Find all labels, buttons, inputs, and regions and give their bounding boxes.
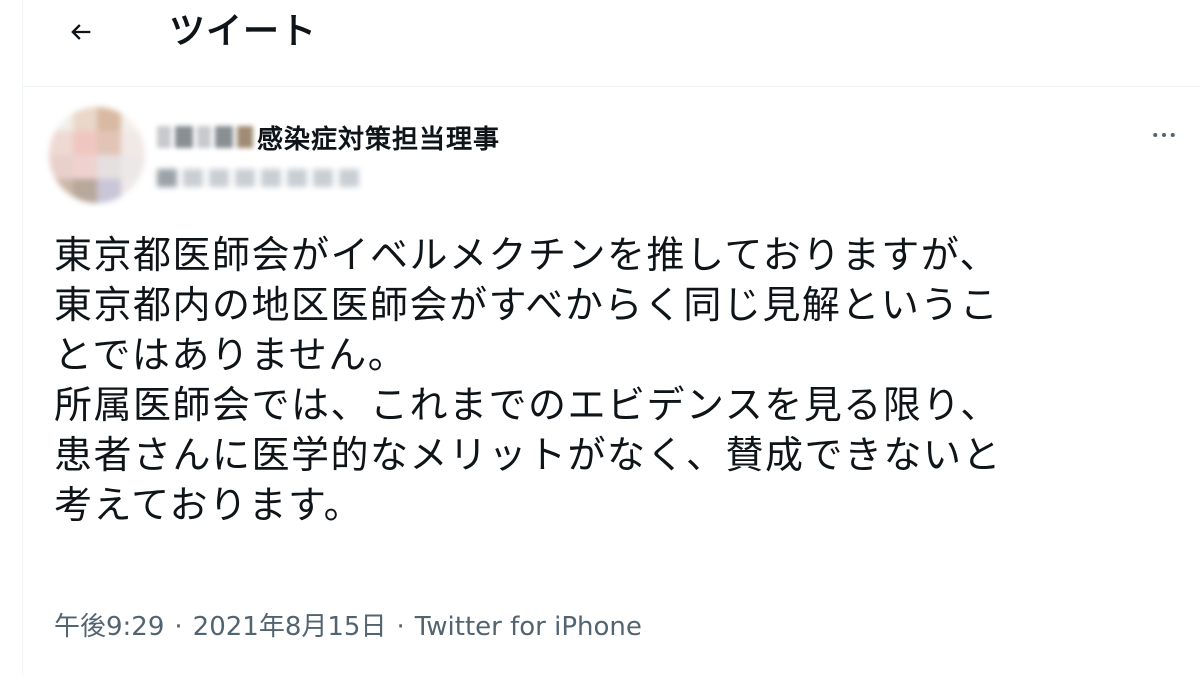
back-button[interactable] (63, 14, 99, 50)
redacted-handle (157, 169, 500, 187)
more-button[interactable] (1144, 115, 1184, 155)
tweet-text: 東京都医師会がイベルメクチンを推しておりますが、 東京都内の地区医師会がすべから… (54, 233, 1003, 527)
more-horizontal-icon (1153, 133, 1175, 137)
page-title: ツイート (169, 11, 318, 52)
avatar[interactable] (49, 107, 145, 203)
tweet-page: ツイート 感染症対策担当理事 東京都医師会がイベルメクチンを推しておりますが、 … (0, 0, 1200, 675)
user-block[interactable]: 感染症対策担当理事 (157, 117, 500, 207)
arrow-left-icon (71, 24, 91, 40)
tweet-time[interactable]: 午後9:29 (54, 609, 164, 645)
display-name[interactable]: 感染症対策担当理事 (257, 119, 500, 156)
separator: · (174, 612, 183, 642)
tweet: 感染症対策担当理事 東京都医師会がイベルメクチンを推しておりますが、 東京都内の… (23, 87, 1200, 675)
separator: · (396, 612, 405, 642)
tweet-source[interactable]: Twitter for iPhone (415, 609, 642, 645)
tweet-date[interactable]: 2021年8月15日 (193, 609, 387, 645)
redacted-name (157, 126, 253, 148)
page-header: ツイート (23, 0, 1200, 87)
tweet-meta: 午後9:29 · 2021年8月15日 · Twitter for iPhone (54, 609, 642, 645)
name-row: 感染症対策担当理事 (157, 117, 500, 157)
